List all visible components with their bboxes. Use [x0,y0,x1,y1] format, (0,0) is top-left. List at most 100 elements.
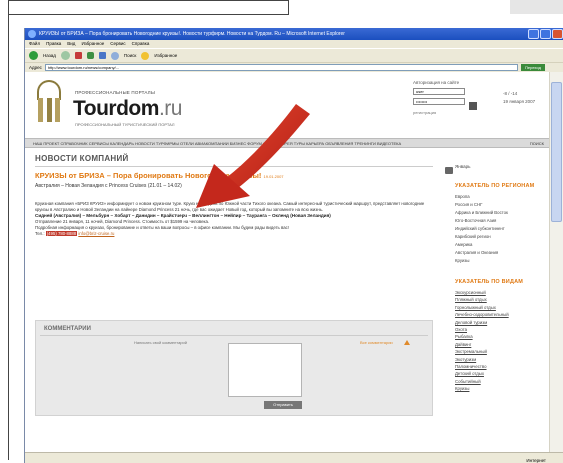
address-label: Адрес [29,65,42,70]
list-item[interactable]: Дайвинг [455,341,547,348]
paper-edge-top [8,0,288,1]
brand-subtitle: ПРОФЕССИОНАЛЬНЫЙ ТУРИСТИЧЕСКИЙ ПОРТАЛ [75,122,175,127]
nav-search[interactable]: ПОИСК [530,139,544,147]
list-item[interactable]: Индийский субконтинент [455,225,547,233]
paper-edge-tick [288,0,289,14]
login-submit-button[interactable] [469,102,477,110]
status-bar: Интернет [25,452,563,463]
regions-list: Европа Россия и СНГ Африка и Ближний Вос… [455,193,547,265]
kinds-list: Экскурсионный Пляжный отдых Горнолыжный … [455,289,547,393]
back-label[interactable]: Назад [43,53,56,58]
comments-title: КОММЕНТАРИИ [44,326,91,332]
go-button[interactable]: Переход [521,64,545,71]
list-item[interactable]: Событийный [455,378,547,385]
list-item[interactable]: Деловой туризм [455,319,547,326]
vertical-scrollbar[interactable] [549,72,563,452]
menu-favorites[interactable]: Избранное [81,40,104,48]
paper-edge-bottom [8,14,289,15]
list-item[interactable]: Экскурсионный [455,289,547,296]
back-icon[interactable] [29,51,38,60]
menu-file[interactable]: Файл [29,40,40,48]
article-subtitle: Австралия – Новая Зеландия с Princess Cr… [35,183,182,189]
list-item[interactable]: Америка [455,241,547,249]
triangle-up-icon [404,340,410,345]
brand-tld: .ru [158,97,183,120]
menu-bar: Файл Правка Вид Избранное Сервис Справка [25,40,563,48]
site-logo[interactable] [35,80,63,124]
list-item[interactable]: Пляжный отдых [455,296,547,303]
article-para: Круизная компания «БРИЗ КРУИЗ» информиру… [35,201,425,212]
scrollbar-thumb[interactable] [551,82,562,222]
menu-tools[interactable]: Сервис [110,40,125,48]
home-icon[interactable] [98,52,106,59]
contact-email[interactable]: info@briz-cruise.ru [78,231,114,236]
menu-help[interactable]: Справка [132,40,150,48]
window-title: КРУИЗЫ от БРИЗА – Пора бронировать Новог… [39,31,345,37]
address-bar: Адрес http://www.tourdom.ru/news/company… [25,62,563,72]
all-comments-link[interactable]: Все комментарии [360,340,393,345]
nav-items[interactable]: НАШ ПРОЕКТ СПРАВОЧНИК СЕРВИСЫ КАЛЕНДАРЬ … [33,141,401,146]
list-item[interactable]: Карибский регион [455,233,547,241]
list-item[interactable]: Паломничество [455,363,547,370]
list-item[interactable]: Круизы [455,257,547,265]
address-input[interactable]: http://www.tourdom.ru/news/company/... [44,64,518,71]
site-header: ПРОФЕССИОНАЛЬНЫЕ ПОРТАЛЫ Tourdom.ru ПРОФ… [25,72,550,140]
search-label[interactable]: Поиск [124,53,136,58]
sidebar-date: Январь [455,164,471,169]
site-brand[interactable]: Tourdom.ru [73,97,182,121]
comments-divider [40,335,428,336]
web-page: ПРОФЕССИОНАЛЬНЫЕ ПОРТАЛЫ Tourdom.ru ПРОФ… [25,72,550,452]
brand-name: Tourdom [73,97,159,120]
register-link[interactable]: регистрация [413,110,493,115]
list-item[interactable]: Россия и СНГ [455,201,547,209]
menu-view[interactable]: Вид [67,40,75,48]
main-content: НОВОСТИ КОМПАНИЙ КРУИЗЫ от БРИЗА – Пора … [35,154,435,237]
article-body: Круизная компания «БРИЗ КРУИЗ» информиру… [35,201,431,237]
list-item[interactable]: Круизы [455,385,547,392]
forward-icon[interactable] [60,51,70,60]
toolbar: Назад Поиск Избранное [25,48,563,62]
comment-submit-button[interactable]: Отправить [264,401,302,409]
comment-textarea[interactable] [228,343,302,397]
list-item[interactable]: Рыбалка [455,333,547,340]
status-zone: Интернет [526,458,546,463]
comments-panel: КОММЕНТАРИИ Написать свой комментарий От… [35,320,433,416]
menu-edit[interactable]: Правка [46,40,61,48]
list-item[interactable]: Детский отдых [455,370,547,377]
window-titlebar: КРУИЗЫ от БРИЗА – Пора бронировать Новог… [25,28,563,40]
close-button[interactable] [552,29,563,39]
logo-arch [37,80,61,100]
list-item[interactable]: Австралия и Океания [455,249,547,257]
paper-edge-left [8,0,9,460]
list-item[interactable]: Европа [455,193,547,201]
article-title: КРУИЗЫ от БРИЗА – Пора бронировать Новог… [35,171,435,180]
search-icon[interactable] [110,51,119,60]
list-item[interactable]: Африка и Ближний Восток [455,209,547,217]
login-password-input[interactable]: •••••••• [413,98,465,105]
gray-tab [510,0,563,14]
ie-icon [28,30,36,38]
favorites-icon[interactable] [141,51,150,60]
weather-temp: -8 / -14 [503,91,518,96]
refresh-icon[interactable] [86,52,94,59]
logo-pillar [47,98,52,122]
list-item[interactable]: Охота [455,326,547,333]
login-box: Авторизация на сайте user •••••••• регис… [413,80,493,124]
maximize-button[interactable] [540,29,551,39]
right-sidebar: Январь УКАЗАТЕЛЬ ПО РЕГИОНАМ Европа Росс… [455,164,547,393]
comment-label: Написать свой комментарий [134,340,187,345]
print-icon[interactable] [445,167,453,174]
login-username-input[interactable]: user [413,88,465,95]
stop-icon[interactable] [74,52,82,59]
list-item[interactable]: Экотуризм [455,356,547,363]
browser-window: КРУИЗЫ от БРИЗА – Пора бронировать Новог… [24,28,563,463]
list-item[interactable]: Горнолыжный отдых [455,304,547,311]
favorites-label[interactable]: Избранное [154,53,177,58]
list-item[interactable]: Экстремальный [455,348,547,355]
window-controls [528,29,563,39]
list-item[interactable]: Лечебно-оздоровительный [455,311,547,318]
minimize-button[interactable] [528,29,539,39]
contact-phone: (495) 780-8888 [45,231,78,236]
article-title-text: КРУИЗЫ от БРИЗА – Пора бронировать Новог… [35,171,262,180]
list-item[interactable]: Юго-Восточная Азия [455,217,547,225]
